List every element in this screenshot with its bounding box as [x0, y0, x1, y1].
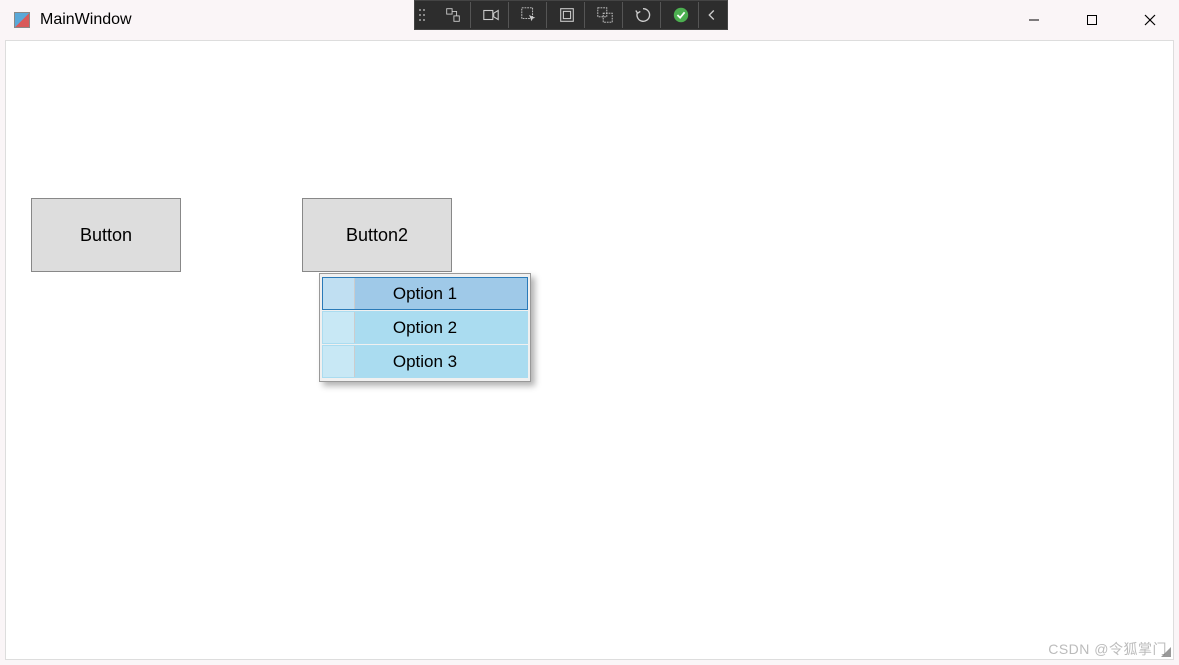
minimize-button[interactable]: [1005, 0, 1063, 40]
menu-item-option-2[interactable]: Option 2: [322, 311, 528, 344]
live-visual-tree-icon[interactable]: [435, 2, 471, 28]
button-1-label: Button: [80, 225, 132, 246]
check-ok-icon[interactable]: [663, 2, 699, 28]
record-icon[interactable]: [473, 2, 509, 28]
app-icon: [14, 12, 30, 28]
collapse-chevron-icon[interactable]: [701, 2, 723, 28]
button-2[interactable]: Button2: [302, 198, 452, 272]
context-menu: Option 1 Option 2 Option 3: [319, 273, 531, 382]
track-focus-icon[interactable]: [587, 2, 623, 28]
watermark: CSDN @令狐掌门: [1048, 639, 1167, 659]
client-area: Button Button2 Option 1 Option 2 Option …: [5, 40, 1174, 660]
toolbar-drag-handle[interactable]: [419, 2, 429, 28]
window-controls: [1005, 0, 1179, 40]
close-button[interactable]: [1121, 0, 1179, 40]
menu-item-label: Option 2: [355, 318, 527, 338]
menu-item-label: Option 3: [355, 352, 527, 372]
menu-icon-column: [323, 312, 355, 343]
menu-icon-column: [323, 278, 355, 309]
menu-item-option-1[interactable]: Option 1: [322, 277, 528, 310]
button-1[interactable]: Button: [31, 198, 181, 272]
menu-icon-column: [323, 346, 355, 377]
debug-toolbar[interactable]: [414, 0, 728, 30]
hot-reload-icon[interactable]: [625, 2, 661, 28]
window-title: MainWindow: [40, 11, 132, 29]
select-element-icon[interactable]: [511, 2, 547, 28]
button-2-label: Button2: [346, 225, 408, 246]
menu-item-option-3[interactable]: Option 3: [322, 345, 528, 378]
menu-item-label: Option 1: [355, 284, 527, 304]
layout-adorners-icon[interactable]: [549, 2, 585, 28]
maximize-button[interactable]: [1063, 0, 1121, 40]
